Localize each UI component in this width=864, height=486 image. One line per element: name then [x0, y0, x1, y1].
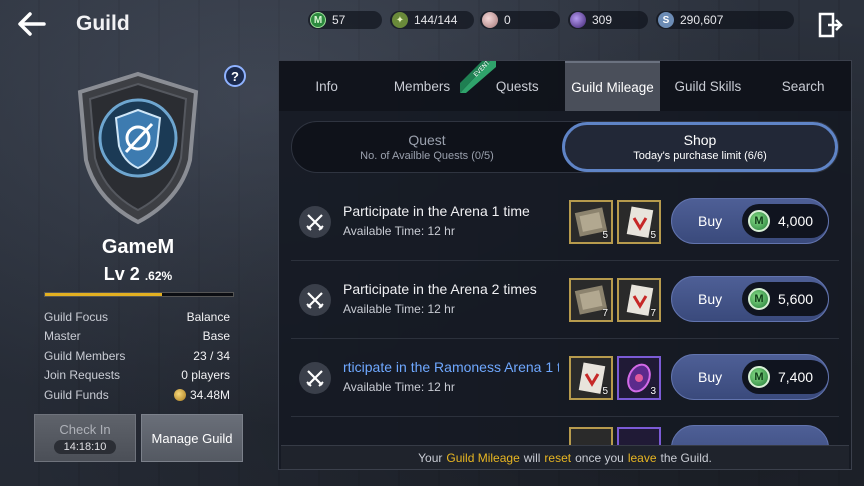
buy-button[interactable]: Buy M 4,000: [671, 198, 829, 244]
mileage-coin-icon: M: [748, 210, 770, 232]
tab-members[interactable]: Members: [374, 61, 469, 111]
manage-guild-button[interactable]: Manage Guild: [141, 414, 243, 462]
guild-level: Lv 2 .62%: [103, 264, 173, 284]
tab-quests[interactable]: EVENT Quests: [459, 61, 565, 111]
tab-guild-mileage[interactable]: Guild Mileage: [564, 61, 661, 111]
stat-master: Master Base: [44, 329, 230, 344]
price-pill: M 4,000: [742, 204, 828, 238]
subtab-quest[interactable]: Quest No. of Availble Quests (0/5): [292, 122, 562, 172]
stat-guild-focus: Guild Focus Balance: [44, 309, 230, 324]
quest-title: rticipate in the Ramoness Arena 1 t: [343, 359, 559, 375]
stamina-icon: ✦: [392, 12, 408, 28]
guild-name: GameM: [101, 236, 175, 258]
currency-stamina: ✦ 144/144: [390, 11, 474, 29]
guild-stats: Guild Focus Balance Master Base Guild Me…: [44, 307, 230, 405]
gold-coin-icon: [173, 388, 186, 401]
page-title: Guild: [76, 12, 130, 35]
guild-xp-bar: [44, 292, 234, 297]
crossed-swords-icon: [299, 362, 331, 394]
quest-title: Participate in the Arena 1 time: [343, 203, 530, 219]
mileage-reset-notice: Your Guild Mileage will reset once you l…: [281, 445, 849, 469]
top-bar: Guild M 57 ✦ 144/144 0 309 S 290,607: [0, 0, 864, 48]
guild-tabs: Info Members EVENT Quests Guild Mileage …: [279, 61, 851, 111]
tab-search[interactable]: Search: [755, 61, 850, 111]
help-button[interactable]: ?: [224, 65, 246, 87]
exit-icon[interactable]: [816, 11, 844, 39]
buy-button[interactable]: [671, 425, 829, 445]
quest-list: Participate in the Arena 1 time Availabl…: [291, 183, 839, 445]
mileage-coin-icon: M: [748, 288, 770, 310]
guild-xp-fill: [45, 293, 162, 296]
reward-scroll-item[interactable]: 7: [617, 278, 661, 322]
purple-gem-icon: [570, 12, 586, 28]
mileage-coin-icon: M: [310, 12, 326, 28]
subtab-shop[interactable]: Shop Today's purchase limit (6/6): [562, 122, 838, 172]
check-in-button[interactable]: Check In 14:18:10: [34, 414, 136, 462]
quest-time: Available Time: 12 hr: [343, 302, 455, 316]
check-in-timer: 14:18:10: [53, 440, 117, 454]
reward-stone-item[interactable]: 7: [569, 278, 613, 322]
quest-title: Participate in the Arena 2 times: [343, 281, 537, 297]
tab-info[interactable]: Info: [279, 61, 374, 111]
quest-row: Participate in the Arena 1 time Availabl…: [291, 183, 839, 261]
stat-join-requests: Join Requests 0 players: [44, 368, 230, 383]
event-badge-icon: EVENT: [459, 61, 496, 93]
quest-row: Participate in the Arena 2 times Availab…: [291, 261, 839, 339]
quest-time: Available Time: 12 hr: [343, 224, 455, 238]
silver-icon: S: [658, 12, 674, 28]
reward-scroll-item[interactable]: 5: [617, 200, 661, 244]
buy-button[interactable]: Buy M 5,600: [671, 276, 829, 322]
reward-item[interactable]: [617, 427, 661, 445]
currency-gem: 309: [568, 11, 648, 29]
price-pill: M 7,400: [742, 360, 828, 394]
currency-mileage: M 57: [308, 11, 382, 29]
reward-gem-item[interactable]: 3: [617, 356, 661, 400]
buy-button[interactable]: Buy M 7,400: [671, 354, 829, 400]
stat-guild-funds: Guild Funds 34.48M: [44, 387, 230, 402]
stat-guild-members: Guild Members 23 / 34: [44, 348, 230, 363]
mileage-subtabs: Quest No. of Availble Quests (0/5) Shop …: [291, 121, 839, 173]
quest-row: rticipate in the Ramoness Arena 1 t Avai…: [291, 339, 839, 417]
guild-content-panel: Info Members EVENT Quests Guild Mileage …: [278, 60, 852, 470]
crossed-swords-icon: [299, 206, 331, 238]
currency-pearl: 0: [480, 11, 560, 29]
quest-time: Available Time: 12 hr: [343, 380, 455, 394]
pearl-icon: [482, 12, 498, 28]
reward-scroll-item[interactable]: 5: [569, 356, 613, 400]
price-pill: M 5,600: [742, 282, 828, 316]
guild-emblem: [68, 68, 208, 228]
currency-silver: S 290,607: [656, 11, 794, 29]
reward-stone-item[interactable]: 5: [569, 200, 613, 244]
back-arrow-icon[interactable]: [14, 8, 50, 40]
reward-item[interactable]: [569, 427, 613, 445]
quest-row: [291, 417, 839, 445]
tab-guild-skills[interactable]: Guild Skills: [660, 61, 755, 111]
mileage-coin-icon: M: [748, 366, 770, 388]
crossed-swords-icon: [299, 284, 331, 316]
